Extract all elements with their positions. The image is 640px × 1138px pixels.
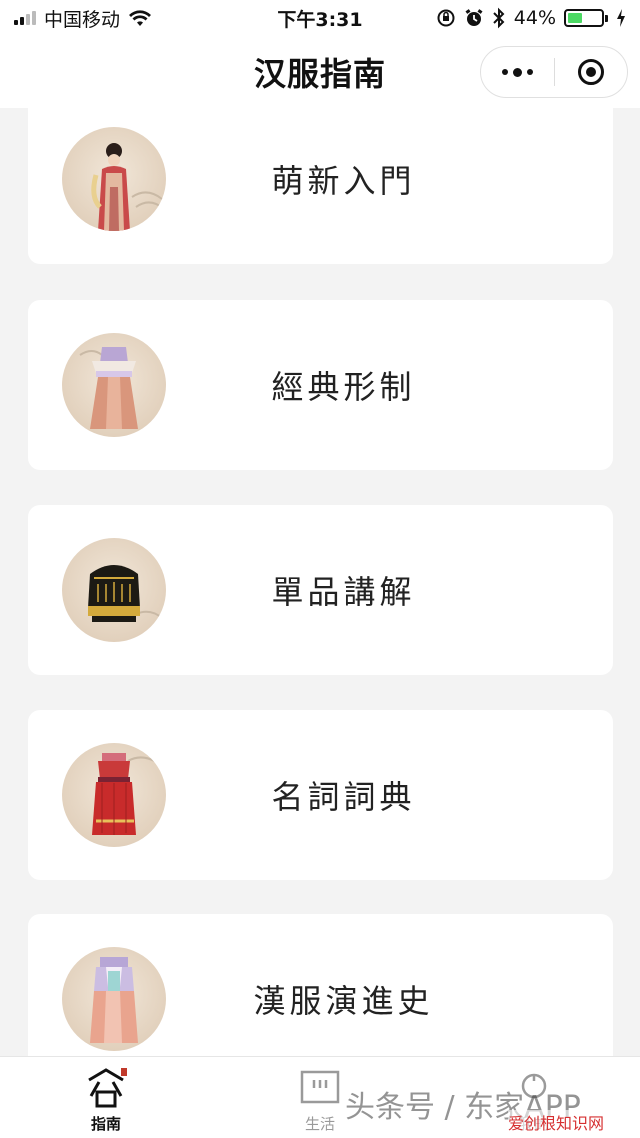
hanfu-lady-portrait-icon — [62, 127, 166, 231]
card-label: 經典形制 — [271, 368, 416, 406]
card-glossary[interactable]: 名詞詞典 — [28, 710, 613, 880]
hanfu-robe-icon — [62, 333, 166, 437]
target-circle-icon — [577, 59, 604, 85]
tab-guide[interactable]: 指南 — [46, 1057, 166, 1138]
card-label: 漢服演進史 — [253, 982, 434, 1020]
nav-bar: 汉服指南 — [0, 36, 640, 108]
profile-icon — [514, 1065, 554, 1111]
card-label: 名詞詞典 — [271, 778, 416, 816]
guide-icon — [81, 1065, 131, 1111]
battery-percent: 44% — [513, 7, 556, 29]
card-classic-styles[interactable]: 經典形制 — [28, 300, 613, 470]
status-left: 中国移动 — [14, 5, 152, 32]
battery-fill — [568, 13, 583, 23]
signal-icon — [14, 11, 36, 25]
page-title: 汉服指南 — [253, 55, 386, 93]
alarm-icon — [465, 9, 483, 26]
rotation-lock-icon — [437, 9, 455, 27]
embroidered-headpiece-icon — [62, 538, 166, 642]
card-items-explained[interactable]: 單品講解 — [28, 505, 613, 675]
wifi-icon — [129, 10, 152, 26]
tab-life[interactable]: 生活 — [260, 1057, 380, 1138]
tab-guide-label: 指南 — [90, 1115, 121, 1133]
red-hanfu-dress-icon — [62, 743, 166, 847]
miniprogram-capsule — [480, 46, 628, 98]
card-label: 萌新入門 — [271, 162, 416, 200]
layered-hanfu-icon — [62, 947, 166, 1051]
carrier-name: 中国移动 — [44, 8, 121, 31]
status-right: 44% — [436, 7, 626, 29]
charging-icon — [617, 9, 625, 27]
battery-icon — [564, 9, 608, 27]
more-button[interactable] — [481, 47, 554, 97]
card-label: 單品講解 — [271, 573, 416, 611]
life-icon — [298, 1065, 342, 1111]
bluetooth-icon — [493, 7, 505, 29]
guide-list: 萌新入門 經典形制 單品講解 名詞詞典 漢服演進史 — [0, 108, 640, 1056]
tab-life-label: 生活 — [304, 1115, 335, 1133]
watermark-secondary: 爱创根知识网 — [508, 1110, 605, 1134]
card-history[interactable]: 漢服演進史 — [28, 914, 613, 1056]
card-beginner[interactable]: 萌新入門 — [28, 108, 613, 264]
status-bar: 中国移动 下午3:31 44% — [0, 0, 640, 36]
more-dots-icon — [501, 69, 508, 75]
close-miniprogram-button[interactable] — [555, 47, 628, 97]
